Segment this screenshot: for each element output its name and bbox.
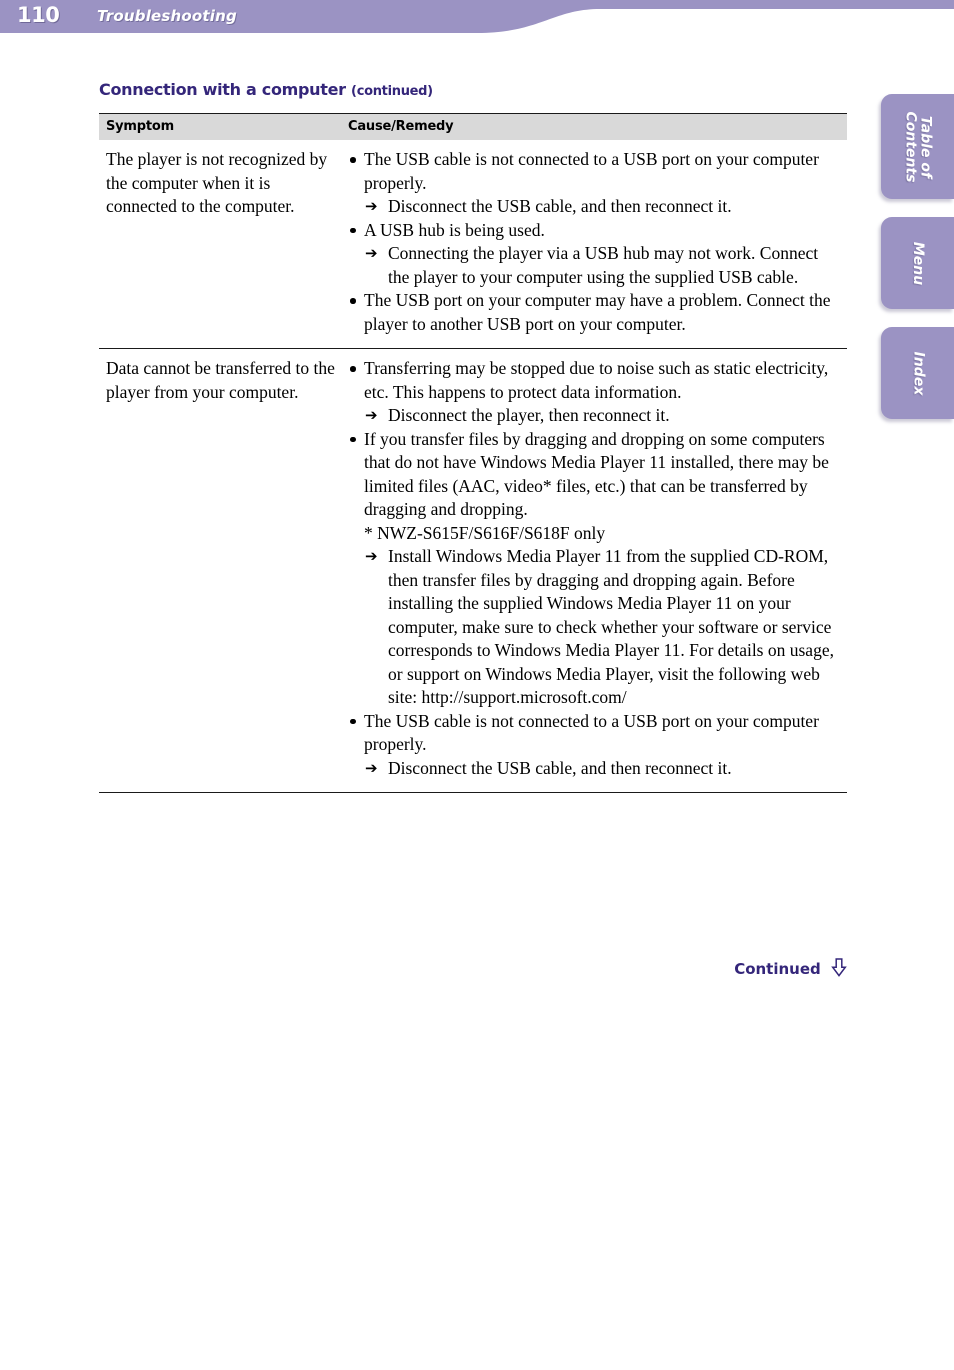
bullet-icon xyxy=(350,718,356,724)
cause-text: The USB cable is not connected to a USB … xyxy=(364,710,819,755)
column-header-symptom: Symptom xyxy=(99,113,341,140)
table-body: The player is not recognized by the comp… xyxy=(99,140,847,792)
column-header-cause-remedy: Cause/Remedy xyxy=(341,113,847,140)
list-item: The USB cable is not connected to a USB … xyxy=(348,148,843,219)
footnote-text: * NWZ-S615F/S616F/S618F only xyxy=(364,522,606,543)
page-content: Connection with a computer (continued) S… xyxy=(99,80,847,793)
side-tab-table-of-contents[interactable]: Table of Contents xyxy=(881,94,954,199)
cause-text: The USB port on your computer may have a… xyxy=(364,290,831,334)
section-heading-text: Connection with a computer xyxy=(99,80,346,99)
remedy-line: ➔ Disconnect the USB cable, and then rec… xyxy=(364,757,843,781)
list-item: If you transfer files by dragging and dr… xyxy=(348,428,843,710)
remedy-text: Connecting the player via a USB hub may … xyxy=(388,243,819,287)
bullet-icon xyxy=(350,436,356,442)
troubleshooting-table: Symptom Cause/Remedy The player is not r… xyxy=(99,113,847,792)
table-row: The player is not recognized by the comp… xyxy=(99,140,847,349)
remedy-line: ➔ Disconnect the player, then reconnect … xyxy=(364,404,843,428)
side-tab-index[interactable]: Index xyxy=(881,327,954,419)
side-tab-menu-label: Menu xyxy=(910,241,926,285)
table-row: Data cannot be transferred to the player… xyxy=(99,348,847,792)
remedy-line: ➔ Disconnect the USB cable, and then rec… xyxy=(364,195,843,219)
page-title: Troubleshooting xyxy=(97,7,237,25)
side-tab-navigation: Table of Contents Menu Index xyxy=(881,94,954,437)
continued-label: Continued xyxy=(734,960,821,978)
arrow-right-icon: ➔ xyxy=(365,197,378,215)
cause-remedy-cell: Transferring may be stopped due to noise… xyxy=(341,348,847,792)
remedy-text: Disconnect the USB cable, and then recon… xyxy=(388,196,732,216)
continued-footer: Continued xyxy=(0,958,847,981)
bullet-icon xyxy=(350,157,356,163)
remedy-line: ➔ Connecting the player via a USB hub ma… xyxy=(364,242,843,289)
cause-text: Transferring may be stopped due to noise… xyxy=(364,358,829,402)
bullet-icon xyxy=(350,227,356,233)
side-tab-toc-line2: Contents xyxy=(902,110,919,183)
cause-text: A USB hub is being used. xyxy=(364,219,545,240)
cause-list: Transferring may be stopped due to noise… xyxy=(348,357,843,780)
side-tab-index-label: Index xyxy=(909,351,926,395)
page-header-banner: 110 Troubleshooting xyxy=(0,0,954,44)
arrow-down-outline-icon xyxy=(831,958,847,981)
symptom-cell: Data cannot be transferred to the player… xyxy=(99,348,341,792)
bullet-icon xyxy=(350,366,356,372)
list-item: The USB port on your computer may have a… xyxy=(348,289,843,336)
remedy-text: Install Windows Media Player 11 from the… xyxy=(388,546,834,707)
list-item: A USB hub is being used. ➔ Connecting th… xyxy=(348,219,843,290)
arrow-right-icon: ➔ xyxy=(365,758,378,777)
remedy-text: Disconnect the player, then reconnect it… xyxy=(388,405,670,425)
symptom-cell: The player is not recognized by the comp… xyxy=(106,149,328,216)
section-heading-continued-note: (continued) xyxy=(351,84,433,99)
table-header-row: Symptom Cause/Remedy xyxy=(99,113,847,140)
remedy-text: Disconnect the USB cable, and then recon… xyxy=(388,757,732,778)
page-number: 110 xyxy=(17,3,60,27)
section-heading: Connection with a computer (continued) xyxy=(99,80,847,99)
arrow-right-icon: ➔ xyxy=(365,406,378,424)
bullet-icon xyxy=(350,298,356,304)
remedy-line: ➔ Install Windows Media Player 11 from t… xyxy=(364,545,843,710)
cause-list: The USB cable is not connected to a USB … xyxy=(348,148,843,336)
cause-text: If you transfer files by dragging and dr… xyxy=(364,428,829,520)
table-header: Symptom Cause/Remedy xyxy=(99,113,847,140)
cause-text: The USB cable is not connected to a USB … xyxy=(364,149,819,193)
side-tab-toc-line1: Table of xyxy=(917,115,934,178)
side-tab-table-of-contents-label: Table of Contents xyxy=(902,110,934,183)
cause-remedy-cell: The USB cable is not connected to a USB … xyxy=(341,140,847,349)
side-tab-menu[interactable]: Menu xyxy=(881,217,954,309)
arrow-right-icon: ➔ xyxy=(365,244,378,262)
list-item: Transferring may be stopped due to noise… xyxy=(348,357,843,428)
table-bottom-border xyxy=(99,792,847,793)
arrow-right-icon: ➔ xyxy=(365,547,378,565)
list-item: The USB cable is not connected to a USB … xyxy=(348,710,843,781)
